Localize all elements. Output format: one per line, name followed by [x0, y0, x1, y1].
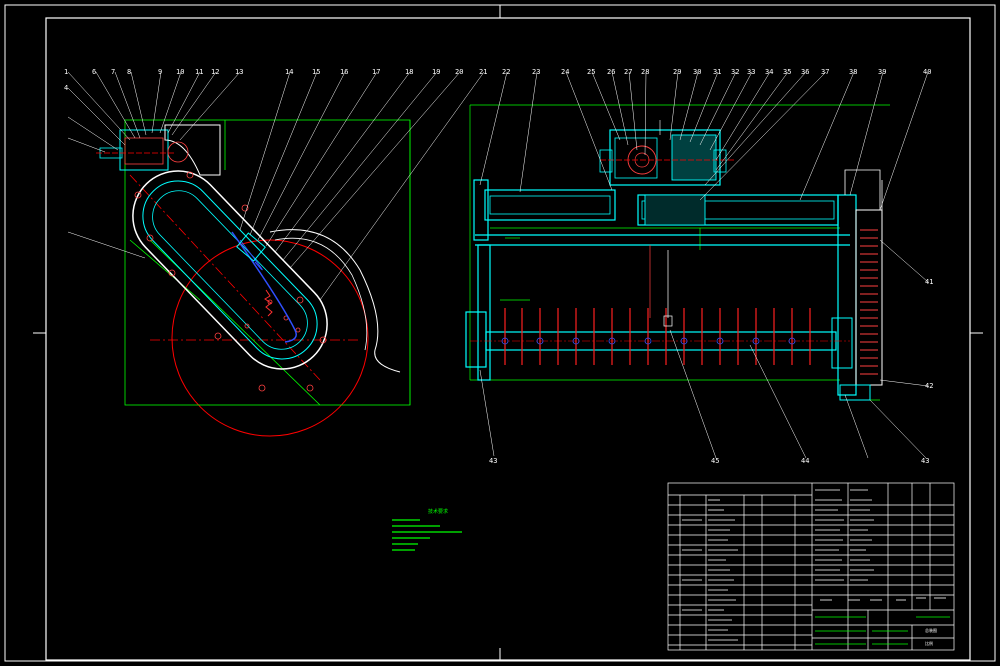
- part-label: 41: [925, 278, 933, 286]
- part-label: 36: [801, 68, 809, 76]
- part-label: 18: [405, 68, 413, 76]
- part-label: 19: [432, 68, 440, 76]
- part-label: 14: [285, 68, 293, 76]
- part-label: 39: [878, 68, 886, 76]
- part-label: 22: [502, 68, 510, 76]
- part-label: 13: [235, 68, 243, 76]
- part-label: 7: [111, 68, 115, 76]
- part-label: 30: [693, 68, 701, 76]
- title-block-scale: 比例: [925, 640, 933, 646]
- part-label: 1: [64, 68, 68, 76]
- title-block-drawing-name: 总装图: [925, 627, 937, 633]
- part-label: 6: [92, 68, 96, 76]
- part-label: 31: [713, 68, 721, 76]
- part-label: 44: [801, 457, 809, 465]
- part-label: 23: [532, 68, 540, 76]
- part-label: 11: [195, 68, 203, 76]
- part-label: 9: [158, 68, 162, 76]
- part-label: 33: [747, 68, 755, 76]
- part-label: 43: [921, 457, 929, 465]
- part-label: 37: [821, 68, 829, 76]
- part-label: 34: [765, 68, 773, 76]
- part-label: 4: [64, 84, 68, 92]
- part-label: 43: [489, 457, 497, 465]
- part-label: 8: [127, 68, 131, 76]
- part-label: 29: [673, 68, 681, 76]
- part-label: 17: [372, 68, 380, 76]
- part-label: 32: [731, 68, 739, 76]
- part-label: 16: [340, 68, 348, 76]
- part-label: 15: [312, 68, 320, 76]
- part-label: 26: [607, 68, 615, 76]
- part-label: 27: [624, 68, 632, 76]
- part-label: 42: [925, 382, 933, 390]
- part-label: 38: [849, 68, 857, 76]
- part-label: 20: [455, 68, 463, 76]
- tech-notes-title: 技术要求: [428, 508, 448, 515]
- part-label: 21: [479, 68, 487, 76]
- part-label: 25: [587, 68, 595, 76]
- part-label: 35: [783, 68, 791, 76]
- part-label: 40: [923, 68, 931, 76]
- part-label: 28: [641, 68, 649, 76]
- cad-drawing-sheet: 1 4 6 7 8 9 10 11 12 13 14 15 16 17 18 1…: [0, 0, 1000, 666]
- part-label: 45: [711, 457, 719, 465]
- part-label: 10: [176, 68, 184, 76]
- part-label: 12: [211, 68, 219, 76]
- part-label: 24: [561, 68, 569, 76]
